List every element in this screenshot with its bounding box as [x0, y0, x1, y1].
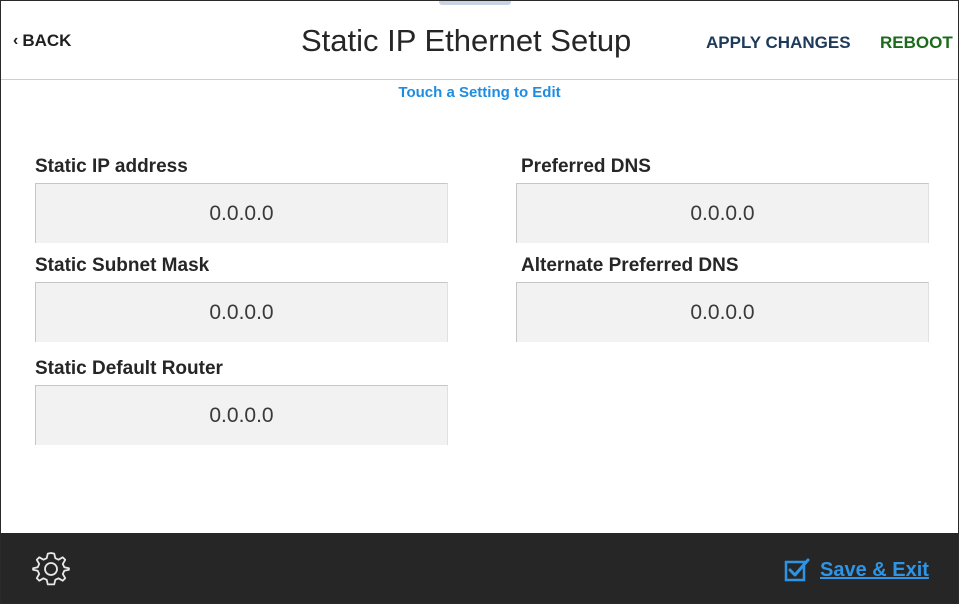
- back-label: BACK: [22, 31, 72, 50]
- alternate-dns-label: Alternate Preferred DNS: [521, 255, 739, 276]
- edit-hint: Touch a Setting to Edit: [398, 84, 561, 101]
- save-exit-label: Save & Exit: [820, 558, 929, 581]
- default-router-field[interactable]: 0.0.0.0: [35, 385, 448, 445]
- save-exit-button[interactable]: Save & Exit: [784, 557, 929, 583]
- apply-changes-button[interactable]: APPLY CHANGES: [706, 33, 851, 53]
- header-bar: ‹ BACK Static IP Ethernet Setup APPLY CH…: [1, 1, 958, 80]
- preferred-dns-field[interactable]: 0.0.0.0: [516, 183, 929, 243]
- default-router-label: Static Default Router: [35, 358, 223, 379]
- preferred-dns-label: Preferred DNS: [521, 156, 651, 177]
- footer-bar: Save & Exit: [1, 533, 958, 603]
- subnet-mask-field[interactable]: 0.0.0.0: [35, 282, 448, 342]
- chevron-left-icon: ‹: [13, 32, 19, 49]
- static-ip-label: Static IP address: [35, 156, 188, 177]
- subnet-mask-label: Static Subnet Mask: [35, 255, 210, 276]
- static-ip-field[interactable]: 0.0.0.0: [35, 183, 448, 243]
- app-frame: ‹ BACK Static IP Ethernet Setup APPLY CH…: [0, 0, 959, 604]
- alternate-dns-field[interactable]: 0.0.0.0: [516, 282, 929, 342]
- page-title: Static IP Ethernet Setup: [301, 23, 632, 58]
- gear-icon[interactable]: [31, 549, 71, 589]
- reboot-button[interactable]: REBOOT: [880, 33, 953, 53]
- checkbox-checked-icon: [784, 558, 810, 582]
- back-button[interactable]: ‹ BACK: [13, 31, 71, 51]
